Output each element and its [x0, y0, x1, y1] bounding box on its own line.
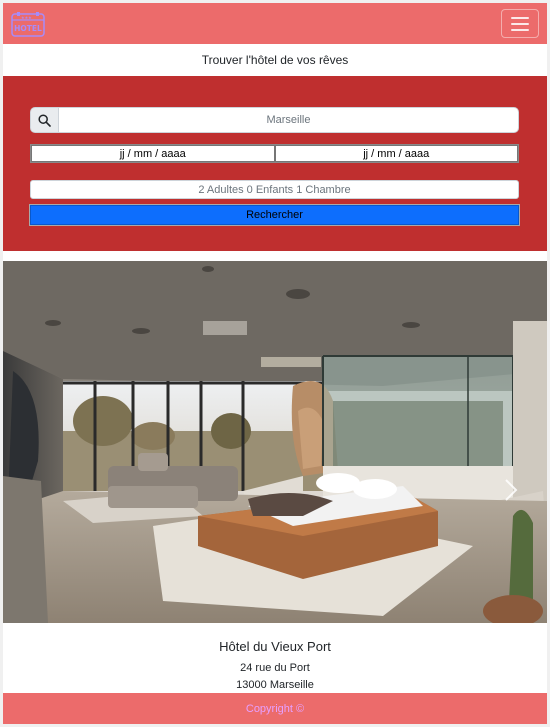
search-button[interactable]: Rechercher: [29, 204, 520, 226]
hotel-logo[interactable]: ★★★ HOTEL: [11, 11, 45, 37]
hamburger-icon-line: [511, 28, 529, 31]
carousel-next-button[interactable]: [503, 477, 519, 503]
chevron-right-icon: [505, 479, 518, 501]
page-tagline: Trouver l'hôtel de vos rêves: [201, 53, 349, 67]
date-range: jj / mm / aaaa jj / mm / aaaa: [30, 144, 519, 163]
checkout-date-input[interactable]: jj / mm / aaaa: [274, 145, 518, 162]
guests-selector[interactable]: 2 Adultes 0 Enfants 1 Chambre: [30, 180, 519, 199]
menu-toggle-button[interactable]: [501, 9, 539, 38]
checkin-date-input[interactable]: jj / mm / aaaa: [31, 145, 275, 162]
copyright-text: Copyright ©: [245, 702, 305, 715]
search-form: jj / mm / aaaa jj / mm / aaaa 2 Adultes …: [3, 76, 547, 251]
hotel-name: Hôtel du Vieux Port: [219, 639, 331, 654]
destination-group: [30, 107, 519, 133]
hotel-street-address: 24 rue du Port: [240, 662, 310, 674]
hotel-logo-icon: ★★★ HOTEL: [11, 12, 45, 37]
hamburger-icon-line: [511, 16, 529, 19]
page: ★★★ HOTEL Trouver l'hôtel de vos rêves j…: [3, 3, 547, 724]
svg-text:★★★: ★★★: [21, 15, 32, 20]
hamburger-icon-line: [511, 22, 529, 25]
hotel-carousel: [3, 261, 547, 623]
logo-text: HOTEL: [14, 24, 42, 33]
search-icon: [30, 107, 59, 133]
navbar: ★★★ HOTEL: [3, 3, 547, 44]
hotel-room-photo: [3, 261, 547, 623]
footer: Copyright ©: [3, 693, 547, 724]
destination-input[interactable]: [59, 107, 519, 133]
hotel-city-address: 13000 Marseille: [236, 679, 314, 691]
